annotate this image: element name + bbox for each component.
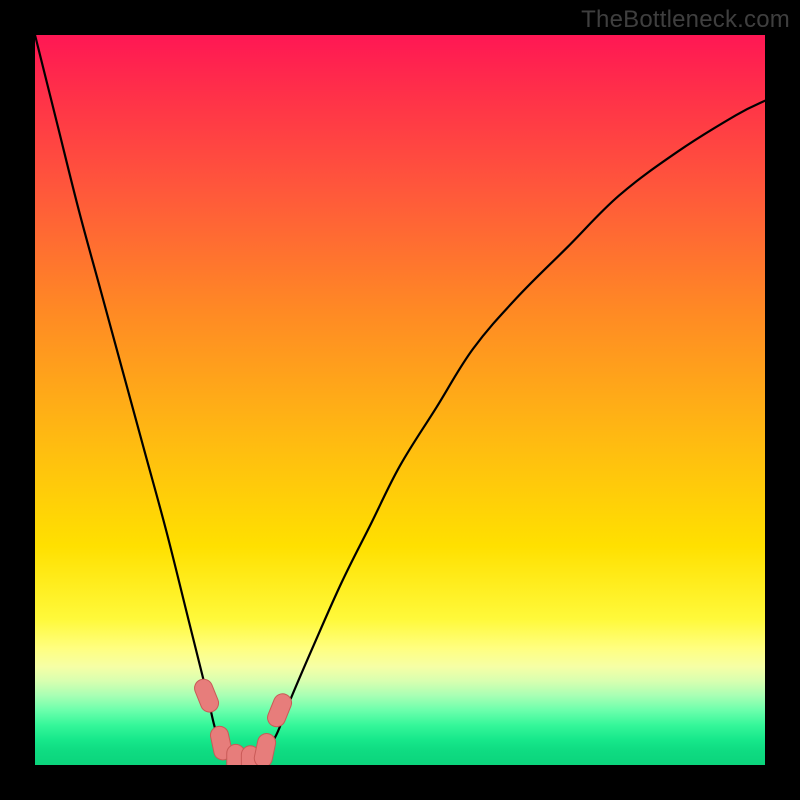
optimal-markers-group (192, 677, 294, 765)
optimal-marker (192, 677, 221, 715)
curve-group (35, 35, 765, 765)
chart-svg (35, 35, 765, 765)
watermark-text: TheBottleneck.com (581, 6, 790, 34)
optimal-marker (253, 732, 278, 765)
optimal-marker (265, 691, 294, 729)
plot-area (35, 35, 765, 765)
bottleneck-curve-path (35, 35, 765, 765)
chart-frame: TheBottleneck.com (0, 0, 800, 800)
